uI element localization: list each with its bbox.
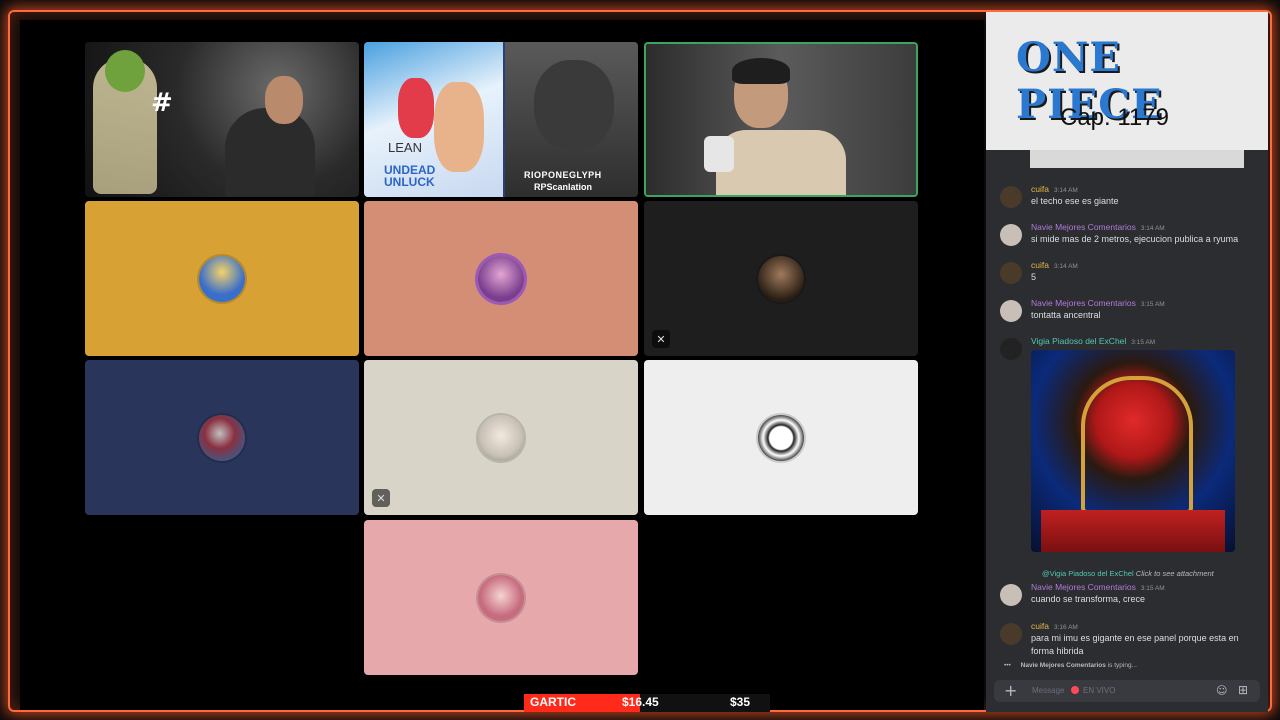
voice-tile-4[interactable] — [85, 201, 359, 356]
reply-reference[interactable]: @Vigia Piadoso del ExChel Click to see a… — [1042, 569, 1214, 578]
live-label: EN VIVO — [1083, 686, 1116, 695]
message-text: si mide mas de 2 metros, ejecucion publi… — [1031, 234, 1239, 244]
message-text: 5 — [1031, 272, 1037, 282]
message-username: Navie Mejores Comentarios 3:15 AM — [1031, 582, 1165, 592]
image-attachment[interactable] — [1031, 350, 1235, 552]
message-username: cuifa 3:14 AM — [1031, 260, 1078, 270]
message-username: Navie Mejores Comentarios 3:14 AM — [1031, 222, 1165, 232]
one-piece-logo: ONE PIECE Cap. 1179 — [986, 12, 1268, 150]
camera-tile-1[interactable]: # — [85, 42, 359, 197]
microphone — [704, 136, 734, 172]
message-username: Vigia Piadoso del ExChel 3:15 AM — [1031, 336, 1156, 346]
manga-title: UNDEAD UNLUCK — [384, 163, 436, 189]
speaker-hair — [732, 58, 790, 84]
live-dot-icon — [1071, 686, 1079, 694]
video-stage: # LEAN UNDEAD UNLUCK RIOPONEGLYPH RPScan… — [20, 20, 984, 712]
avatar — [478, 414, 524, 461]
hash-overlay: # — [151, 88, 173, 118]
donation-bar: GARTIC $16.45 $35 — [524, 694, 770, 712]
user-avatar — [1000, 186, 1022, 208]
message-text: para mi imu es gigante en ese panel porq… — [1031, 633, 1239, 656]
chapter-label: Cap. 1179 — [1060, 104, 1169, 131]
user-avatar — [1000, 300, 1022, 322]
muted-mic-icon: ✕ — [372, 489, 390, 507]
message-input-bar[interactable]: + Message EN VIVO ☺ ⊞ — [994, 680, 1260, 702]
user-avatar — [1000, 262, 1022, 284]
voice-tile-5[interactable] — [364, 201, 638, 356]
avatar — [478, 255, 524, 302]
user-avatar — [1000, 338, 1022, 360]
voice-tile-7[interactable] — [85, 360, 359, 515]
voice-tile-9[interactable] — [644, 360, 918, 515]
manga-figure-skin — [434, 82, 484, 172]
voice-tile-6[interactable]: ✕ — [644, 201, 918, 356]
message-username: Navie Mejores Comentarios 3:15 AM — [1031, 298, 1165, 308]
rio-watermark: RIOPONEGLYPH — [524, 170, 602, 180]
message-text: tontatta ancentral — [1031, 310, 1101, 320]
donation-current: $16.45 — [622, 695, 659, 709]
person-silhouette — [225, 108, 315, 197]
emoji-icon[interactable]: ☺ — [1216, 684, 1227, 697]
typing-dots-icon: ••• — [1004, 662, 1011, 669]
avatar — [758, 255, 804, 302]
message-username: cuifa 3:16 AM — [1031, 621, 1078, 631]
avatar — [199, 255, 245, 302]
avatar — [758, 414, 804, 461]
add-attachment-icon[interactable]: + — [1004, 681, 1017, 700]
camera-tile-3[interactable] — [644, 42, 918, 197]
donation-label: GARTIC — [530, 695, 576, 709]
message-placeholder: Message — [1032, 686, 1065, 695]
manga-figure-red — [398, 78, 434, 138]
typing-indicator: ••• Navie Mejores Comentarios is typing.… — [1004, 662, 1137, 669]
user-avatar — [1000, 224, 1022, 246]
webcam-person-head — [534, 60, 614, 150]
message-text: cuando se transforma, crece — [1031, 594, 1146, 604]
lean-label: LEAN — [388, 140, 422, 155]
user-avatar — [1000, 584, 1022, 606]
avatar — [478, 574, 524, 621]
speaker-body — [716, 130, 846, 195]
manga-preview-strip — [1030, 150, 1244, 168]
donation-goal: $35 — [730, 695, 751, 709]
message-text: el techo ese es giante — [1031, 196, 1119, 206]
avatar — [199, 414, 245, 461]
throne-gold — [1081, 376, 1193, 514]
rps-watermark: RPScanlation — [534, 182, 593, 192]
person-head — [265, 76, 303, 124]
apps-icon[interactable]: ⊞ — [1238, 683, 1248, 697]
chat-panel: ONE PIECE Cap. 1179 cuifa 3:14 AM el tech… — [986, 12, 1268, 712]
user-avatar — [1000, 623, 1022, 645]
voice-tile-8[interactable]: ✕ — [364, 360, 638, 515]
throne-base — [1041, 510, 1225, 552]
voice-tile-10[interactable] — [364, 520, 638, 675]
skeleton-head — [105, 50, 145, 92]
camera-tile-2[interactable]: LEAN UNDEAD UNLUCK RIOPONEGLYPH RPScanla… — [364, 42, 638, 197]
muted-mic-icon: ✕ — [652, 330, 670, 348]
message-username: cuifa 3:14 AM — [1031, 184, 1078, 194]
